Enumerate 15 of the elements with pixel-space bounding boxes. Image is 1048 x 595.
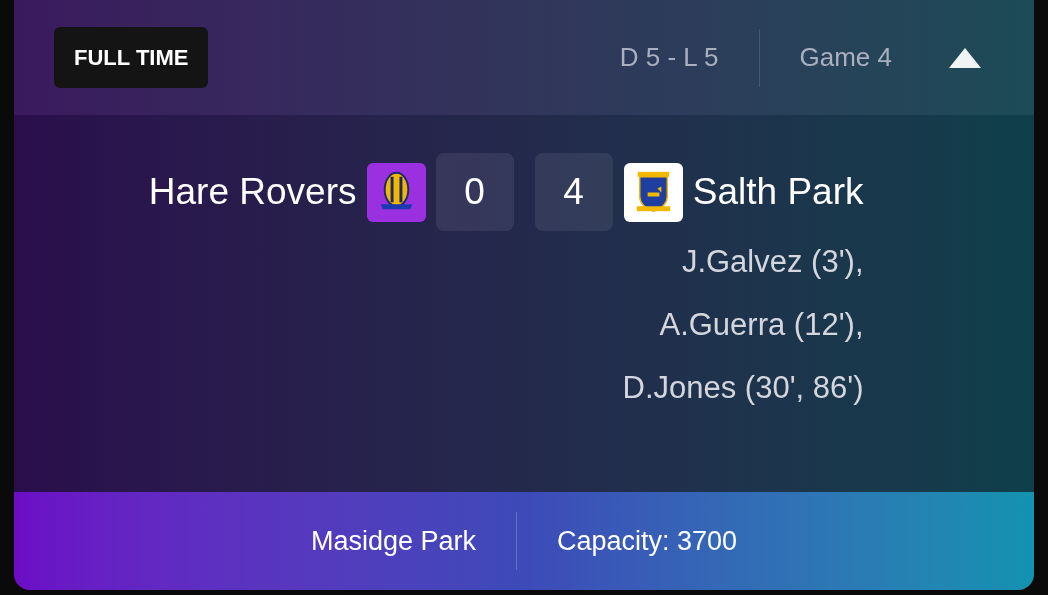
crest-icon (366, 162, 426, 222)
status-label: FULL TIME (54, 27, 209, 88)
team-name: Hare Rovers (148, 170, 357, 215)
score-tile: 4 (534, 153, 613, 231)
venue-text: Masidge Park (310, 524, 477, 558)
scorer-text: D.Jones (30', 86') (622, 369, 864, 407)
team-name: Salth Park (692, 170, 864, 215)
scorer-text: J.Galvez (3'), (681, 243, 864, 281)
score-tile: 0 (435, 153, 514, 231)
game-text: Game 4 (798, 41, 893, 74)
record-text: D 5 - L 5 (619, 41, 720, 74)
collapse-icon[interactable] (948, 46, 982, 69)
scorer-text: A.Guerra (12'), (659, 306, 864, 344)
shield-icon (623, 162, 683, 222)
capacity-text: Capacity: 3700 (555, 524, 738, 558)
